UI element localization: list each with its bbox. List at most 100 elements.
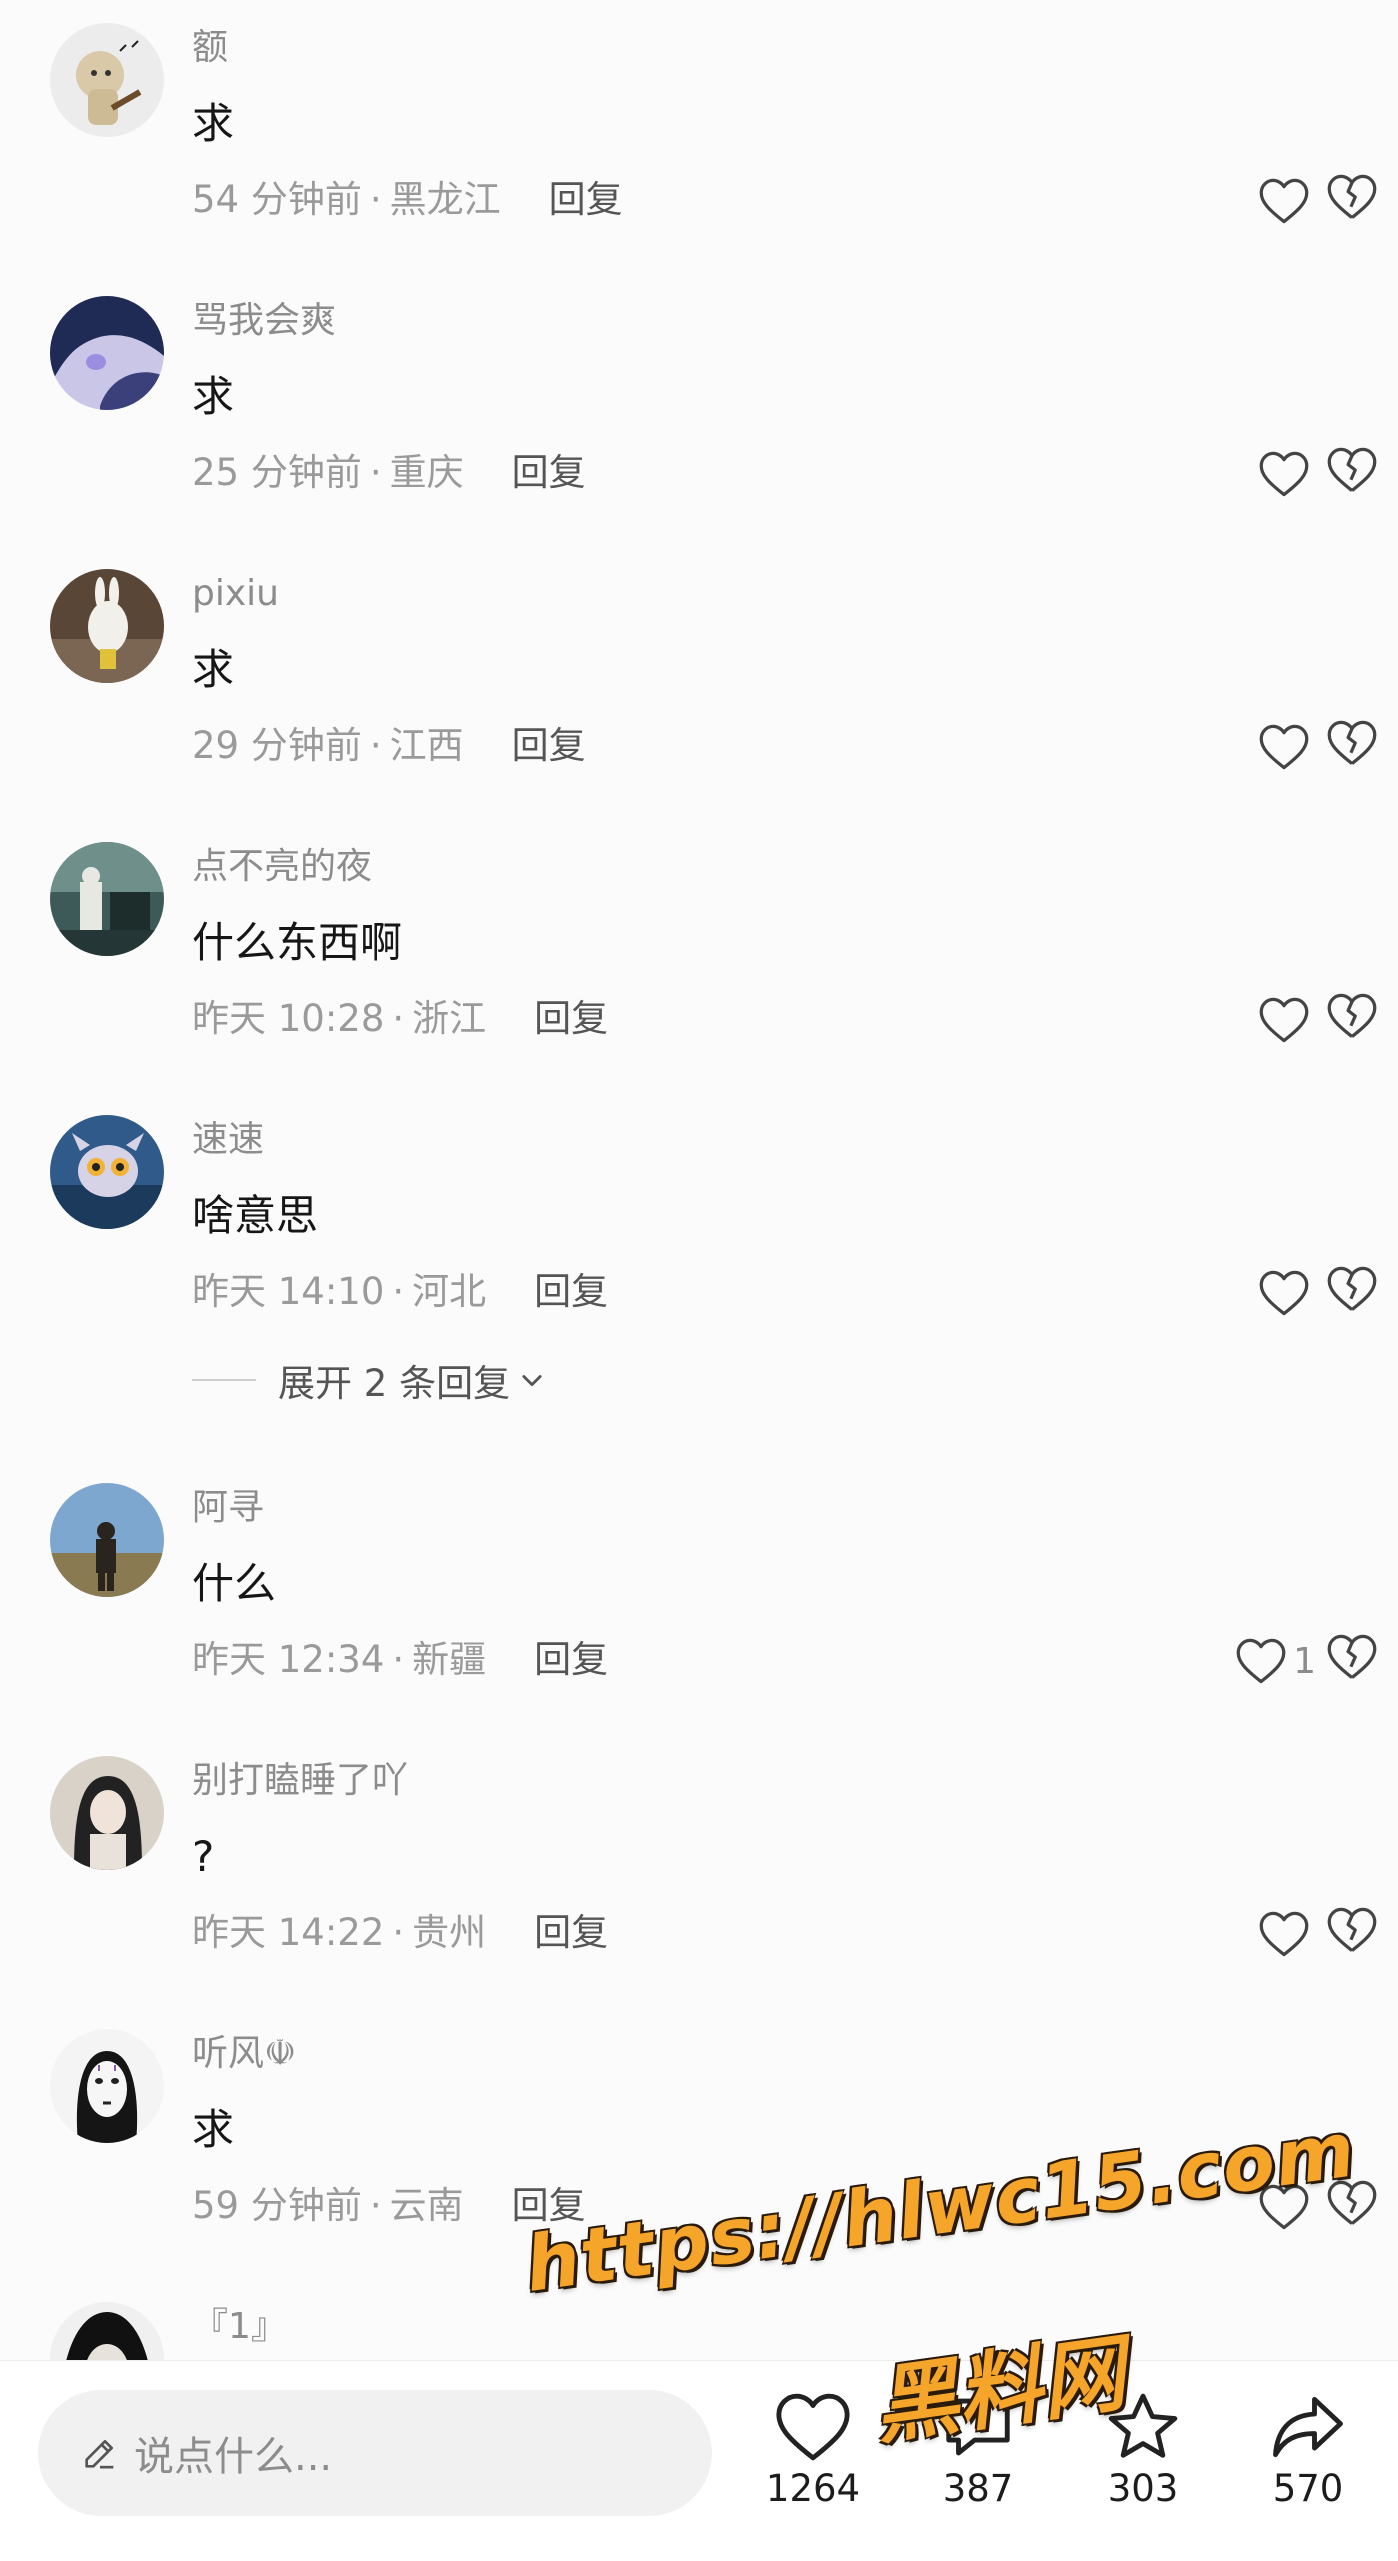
comment-location: 新疆: [412, 1638, 487, 1681]
comment-text: 啥意思: [192, 1191, 319, 1240]
like-button[interactable]: [1258, 446, 1316, 502]
dislike-button[interactable]: [1326, 1633, 1378, 1689]
comment-username[interactable]: 额: [192, 24, 228, 72]
separator-dot: ·: [392, 1270, 405, 1313]
comment-text: 求: [192, 645, 235, 694]
reply-button[interactable]: 回复: [512, 2184, 586, 2227]
reply-button[interactable]: 回复: [534, 1911, 608, 1954]
comment-username[interactable]: 骂我会爽: [192, 297, 336, 345]
comment-item: 额 求 54 分钟前 · 黑龙江 回复: [0, 0, 1398, 273]
separator-dot: ·: [392, 1638, 405, 1681]
like-button[interactable]: [1258, 173, 1316, 229]
heart-outline-icon: [1259, 1911, 1309, 1957]
comment-location: 河北: [412, 1270, 487, 1313]
pencil-icon: [80, 2433, 120, 2473]
like-button[interactable]: [1258, 1906, 1316, 1962]
comment-username[interactable]: pixiu: [192, 570, 279, 618]
like-button[interactable]: [1258, 1265, 1316, 1321]
star-outline-icon: [1108, 2393, 1178, 2458]
share-arrow-icon: [1273, 2396, 1343, 2458]
heart-outline-icon: [1259, 997, 1309, 1043]
comment-item: 听风☫ 求 59 分钟前 · 云南 回复: [0, 2006, 1398, 2279]
like-button[interactable]: [1258, 2179, 1316, 2235]
reply-button[interactable]: 回复: [534, 997, 608, 1040]
avatar[interactable]: [50, 1756, 164, 1870]
separator-dot: ·: [369, 178, 382, 221]
avatar[interactable]: [50, 2029, 164, 2143]
expand-replies-label: 展开 2 条回复: [278, 1362, 511, 1405]
comment-text: ?: [192, 1832, 215, 1881]
comment-text: 什么东西啊: [192, 918, 403, 967]
heart-outline-icon: [1236, 1638, 1286, 1684]
comment-location: 贵州: [412, 1911, 487, 1954]
dislike-button[interactable]: [1326, 173, 1378, 229]
bottom-action-bar: 说点什么... 1264 387 303 570: [0, 2360, 1398, 2561]
share-action[interactable]: 570: [1238, 2391, 1378, 2510]
comment-item: 点不亮的夜 什么东西啊 昨天 10:28 · 浙江 回复: [0, 819, 1398, 1092]
comment-meta: 54 分钟前 · 黑龙江 回复: [192, 174, 623, 226]
comment-item: 速速 啥意思 昨天 14:10 · 河北 回复: [0, 1092, 1398, 1365]
avatar[interactable]: [50, 1483, 164, 1597]
comment-text: 求: [192, 99, 235, 148]
heart-outline-icon: [1259, 724, 1309, 770]
comment-username[interactable]: 点不亮的夜: [192, 843, 372, 891]
expand-replies-button[interactable]: 展开 2 条回复: [192, 1350, 546, 1410]
comment-item: pixiu 求 29 分钟前 · 江西 回复: [0, 546, 1398, 819]
avatar[interactable]: [50, 1115, 164, 1229]
broken-heart-icon: [1327, 993, 1377, 1038]
separator-dot: ·: [392, 997, 405, 1040]
comment-input-placeholder: 说点什么...: [134, 2434, 333, 2480]
comment-username[interactable]: 『1』: [192, 2303, 287, 2351]
comment-time: 昨天 12:34: [192, 1638, 385, 1681]
comment-username[interactable]: 阿寻: [192, 1484, 264, 1532]
dislike-button[interactable]: [1326, 1906, 1378, 1962]
dislike-button[interactable]: [1326, 719, 1378, 775]
avatar[interactable]: [50, 23, 164, 137]
comment-time: 59 分钟前: [192, 2184, 362, 2227]
comment-action[interactable]: 387: [908, 2391, 1048, 2510]
broken-heart-icon: [1327, 447, 1377, 492]
broken-heart-icon: [1327, 1907, 1377, 1952]
dislike-button[interactable]: [1326, 992, 1378, 1048]
comment-time: 25 分钟前: [192, 451, 362, 494]
comment-meta: 59 分钟前 · 云南 回复: [192, 2180, 586, 2232]
avatar[interactable]: [50, 842, 164, 956]
chevron-down-icon: [522, 1375, 542, 1387]
dislike-button[interactable]: [1326, 1265, 1378, 1321]
comment-item: 骂我会爽 求 25 分钟前 · 重庆 回复: [0, 273, 1398, 546]
comment-bubble-icon: [946, 2398, 1010, 2456]
separator-dot: ·: [392, 1911, 405, 1954]
comment-username[interactable]: 速速: [192, 1116, 264, 1164]
comment-total: 387: [942, 2467, 1014, 2510]
reply-button[interactable]: 回复: [534, 1638, 608, 1681]
like-button[interactable]: [1258, 719, 1316, 775]
reply-button[interactable]: 回复: [512, 724, 586, 767]
dislike-button[interactable]: [1326, 2179, 1378, 2235]
comment-location: 黑龙江: [389, 178, 501, 221]
comment-time: 昨天 14:22: [192, 1911, 385, 1954]
reply-button[interactable]: 回复: [534, 1270, 608, 1313]
avatar[interactable]: [50, 296, 164, 410]
like-button[interactable]: [1258, 992, 1316, 1048]
avatar[interactable]: [50, 569, 164, 683]
favorite-action[interactable]: 303: [1073, 2391, 1213, 2510]
comment-location: 重庆: [389, 451, 464, 494]
favorite-total: 303: [1107, 2467, 1179, 2510]
like-action[interactable]: 1264: [743, 2391, 883, 2510]
like-count: 1: [1293, 1640, 1316, 1682]
heart-outline-icon: [1259, 178, 1309, 224]
comment-meta: 昨天 10:28 · 浙江 回复: [192, 993, 608, 1045]
dislike-button[interactable]: [1326, 446, 1378, 502]
comment-username[interactable]: 别打瞌睡了吖: [192, 1757, 408, 1805]
avatar[interactable]: [50, 2302, 164, 2360]
comment-text: 求: [192, 372, 235, 421]
comment-meta: 25 分钟前 · 重庆 回复: [192, 447, 586, 499]
share-total: 570: [1272, 2467, 1344, 2510]
comment-input[interactable]: 说点什么...: [38, 2390, 712, 2516]
comment-item: 阿寻 什么 昨天 12:34 · 新疆 回复 1: [0, 1460, 1398, 1733]
like-button[interactable]: 1: [1235, 1633, 1316, 1689]
reply-button[interactable]: 回复: [512, 451, 586, 494]
comment-username[interactable]: 听风☫: [192, 2030, 296, 2078]
comment-time: 29 分钟前: [192, 724, 362, 767]
reply-button[interactable]: 回复: [549, 178, 623, 221]
